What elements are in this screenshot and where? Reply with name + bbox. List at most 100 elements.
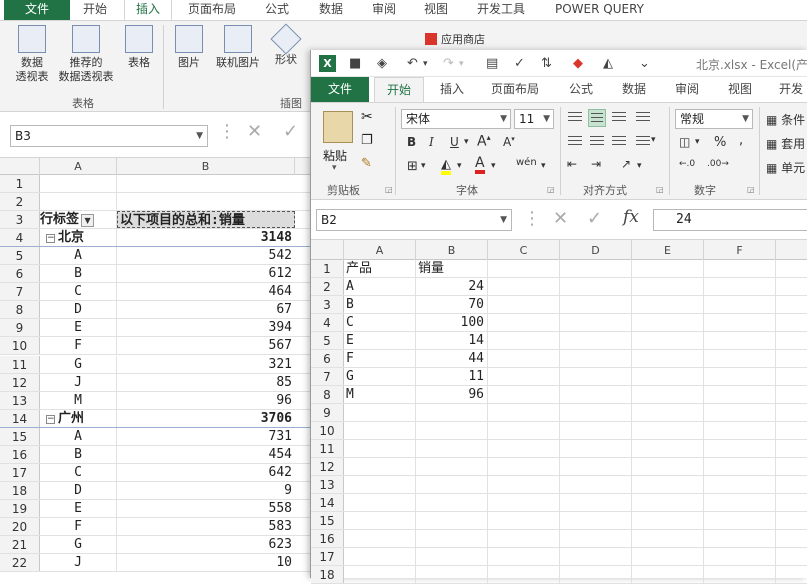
tab-view[interactable]: 视图 xyxy=(728,77,752,102)
cell-b[interactable]: 454 xyxy=(117,446,295,463)
align-center-icon[interactable] xyxy=(588,133,606,151)
cell-g[interactable] xyxy=(776,458,807,475)
accounting-format-icon[interactable]: ◫ xyxy=(679,135,690,149)
cell-d[interactable] xyxy=(560,296,632,313)
cell-g[interactable] xyxy=(776,296,807,313)
row-header[interactable]: 16 xyxy=(0,445,40,463)
cell-b[interactable]: 以下项目的总和:销量 xyxy=(117,211,295,229)
cell-d[interactable] xyxy=(560,314,632,331)
cell-g[interactable] xyxy=(776,422,807,439)
merge-center-icon[interactable] xyxy=(634,133,652,151)
row-header[interactable]: 6 xyxy=(0,265,40,283)
dialog-launcher-icon[interactable]: ◲ xyxy=(547,185,555,194)
shapes-button[interactable]: 形状 xyxy=(266,23,306,67)
phonetic-dropdown-icon[interactable]: ▾ xyxy=(541,161,546,171)
cell-f[interactable] xyxy=(704,296,776,313)
cell-d[interactable] xyxy=(560,386,632,403)
cell-a[interactable]: E xyxy=(40,319,117,337)
cell-a[interactable]: F xyxy=(344,350,416,367)
cell-b[interactable]: 731 xyxy=(117,428,295,445)
cell-g[interactable] xyxy=(776,440,807,457)
row-header[interactable]: 14 xyxy=(0,409,40,427)
fill-color-icon[interactable]: ◭ xyxy=(441,158,451,175)
row-header[interactable]: 7 xyxy=(0,283,40,301)
cell-b[interactable]: 542 xyxy=(117,247,295,264)
row-header[interactable]: 21 xyxy=(0,536,40,554)
cell-b[interactable] xyxy=(416,458,488,475)
cell-g[interactable] xyxy=(776,530,807,547)
cell-b[interactable] xyxy=(416,530,488,547)
align-top-icon[interactable] xyxy=(566,109,584,127)
cell-a[interactable] xyxy=(344,548,416,565)
cancel-icon[interactable]: ✕ xyxy=(247,121,262,142)
cell-a[interactable]: J xyxy=(40,554,117,572)
back-tab-view[interactable]: 视图 xyxy=(424,0,448,20)
cell-b[interactable]: 10 xyxy=(117,554,295,571)
undo-icon[interactable]: ↶ xyxy=(407,56,418,71)
underline-button[interactable]: U xyxy=(450,135,459,149)
tab-file[interactable]: 文件 xyxy=(311,77,369,102)
cell-b[interactable]: 612 xyxy=(117,265,295,282)
row-header[interactable]: 15 xyxy=(311,512,344,529)
back-tab-review[interactable]: 审阅 xyxy=(372,0,396,20)
cell-f[interactable] xyxy=(704,422,776,439)
cell-f[interactable] xyxy=(704,332,776,349)
cell-c[interactable] xyxy=(488,296,560,313)
filter-dropdown-icon[interactable]: ▼ xyxy=(81,214,95,228)
cell-b[interactable] xyxy=(416,422,488,439)
row-header[interactable]: 20 xyxy=(0,517,40,535)
cell-g[interactable] xyxy=(776,476,807,493)
cell-d[interactable] xyxy=(560,404,632,421)
cell-a[interactable]: G xyxy=(40,536,117,554)
cell-g[interactable] xyxy=(776,494,807,511)
cell-c[interactable] xyxy=(488,548,560,565)
tab-page-layout[interactable]: 页面布局 xyxy=(491,77,539,102)
tab-insert[interactable]: 插入 xyxy=(440,77,464,102)
cell-a[interactable]: F xyxy=(40,517,117,535)
paste-button[interactable]: 粘贴 xyxy=(323,147,347,164)
cell-f[interactable] xyxy=(704,548,776,565)
cell-a[interactable]: A xyxy=(344,278,416,295)
cell-a[interactable]: E xyxy=(40,499,117,517)
cell-b[interactable]: 67 xyxy=(117,301,295,318)
cell-e[interactable] xyxy=(632,494,704,511)
increase-indent-icon[interactable]: ⇥ xyxy=(591,157,601,171)
select-all-corner[interactable] xyxy=(311,240,344,260)
cell-b[interactable] xyxy=(416,476,488,493)
cell-a[interactable] xyxy=(344,530,416,547)
increase-font-icon[interactable]: A▴ xyxy=(477,133,491,150)
cell-a[interactable]: G xyxy=(40,355,117,373)
cell-d[interactable] xyxy=(560,476,632,493)
cell-a[interactable]: 行标签 ▼ xyxy=(40,211,117,229)
cell-g[interactable] xyxy=(776,332,807,349)
font-color-icon[interactable]: A xyxy=(475,156,485,174)
align-left-icon[interactable] xyxy=(566,133,584,151)
cell-a[interactable]: A xyxy=(40,247,117,265)
insert-function-icon[interactable]: fx xyxy=(623,207,639,227)
recommended-pivot-button[interactable]: 推荐的 数据透视表 xyxy=(55,25,117,84)
tab-home[interactable]: 开始 xyxy=(374,77,424,103)
cell-c[interactable] xyxy=(488,566,560,583)
underline-dropdown-icon[interactable]: ▾ xyxy=(464,137,469,147)
cell-e[interactable] xyxy=(632,296,704,313)
cell-e[interactable] xyxy=(632,548,704,565)
cell-d[interactable] xyxy=(560,332,632,349)
cell-g[interactable] xyxy=(776,278,807,295)
decrease-decimal-icon[interactable]: .00→ xyxy=(707,159,729,169)
print-preview-icon[interactable]: ▤ xyxy=(486,56,498,71)
cell-a[interactable]: E xyxy=(344,332,416,349)
row-header[interactable]: 15 xyxy=(0,427,40,445)
back-tab-power-query[interactable]: POWER QUERY xyxy=(555,0,644,20)
border-icon[interactable]: ⊞ xyxy=(407,159,418,174)
accounting-dropdown-icon[interactable]: ▾ xyxy=(695,137,700,147)
cell-b[interactable]: 558 xyxy=(117,500,295,517)
cell-b[interactable] xyxy=(416,566,488,583)
cell-b[interactable]: 70 xyxy=(416,296,488,313)
row-header[interactable]: 10 xyxy=(0,337,40,355)
picture-button[interactable]: 图片 xyxy=(170,25,208,70)
cell-f[interactable] xyxy=(704,314,776,331)
row-header[interactable]: 12 xyxy=(311,458,344,475)
cell-e[interactable] xyxy=(632,530,704,547)
cell-a[interactable] xyxy=(344,440,416,457)
cell-c[interactable] xyxy=(488,530,560,547)
